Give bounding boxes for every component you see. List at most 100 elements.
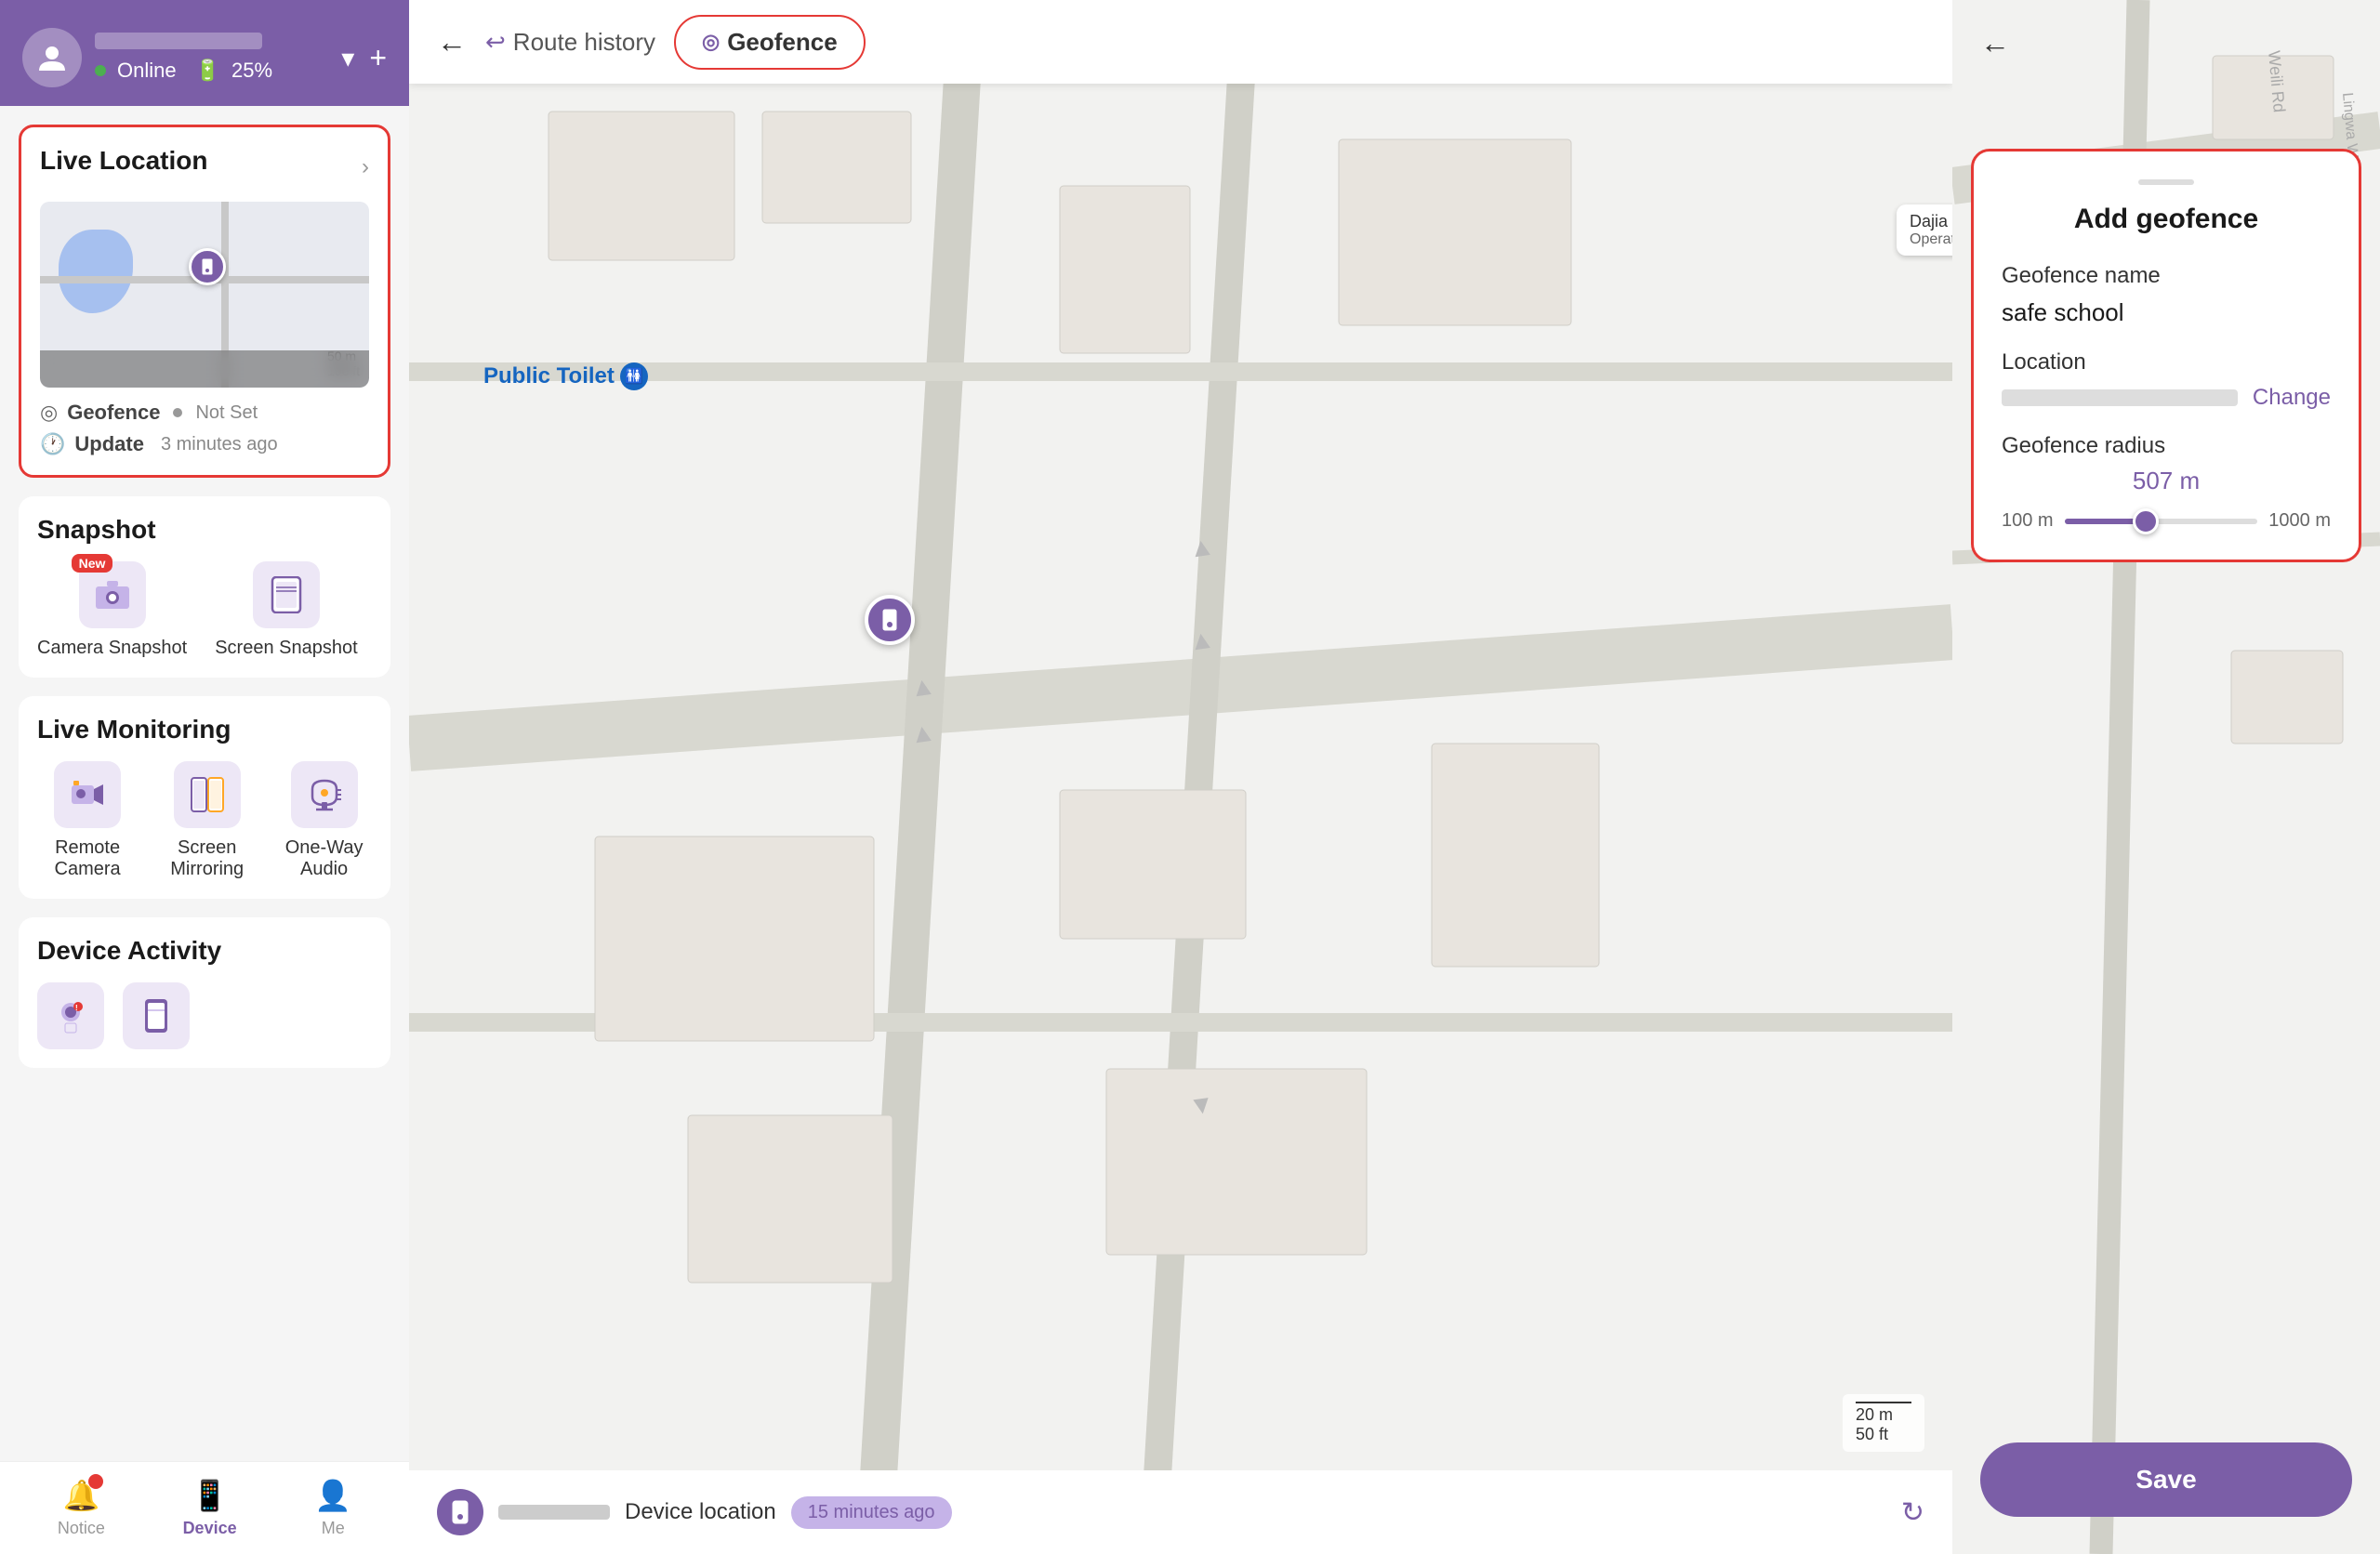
live-location-arrow[interactable]: › <box>362 154 369 180</box>
device-loc-icon <box>437 1489 483 1535</box>
map-container[interactable]: ▲ ▲ ▲ ▲ ▼ ← ↩ Route history ◎ Geofence D… <box>409 0 1952 1554</box>
header-actions: ▾ + <box>341 41 387 75</box>
activity-icons-row: ! <box>37 982 372 1049</box>
geofence-name-label: Geofence name <box>2002 263 2331 289</box>
scale-ft: 50 ft <box>1856 1425 1911 1444</box>
activity-item-2[interactable] <box>123 982 190 1049</box>
geofence-change-btn[interactable]: Change <box>2253 385 2331 411</box>
map-svg: ▲ ▲ ▲ ▲ ▼ <box>409 0 1952 1554</box>
snapshot-section: Snapshot New Cam <box>19 496 390 678</box>
device-loc-blur <box>498 1505 610 1520</box>
map-scale-bar: 20 m 50 ft <box>1843 1394 1924 1452</box>
device-activity-title: Device Activity <box>37 936 372 966</box>
activity-icon-2 <box>123 982 190 1049</box>
dropdown-icon[interactable]: ▾ <box>341 43 354 73</box>
business-annotation-text: Dajia Internati... Operation C... <box>1897 204 1952 256</box>
screen-snapshot-item[interactable]: Screen Snapshot <box>215 561 357 659</box>
update-meta: 🕐 Update 3 minutes ago <box>40 432 369 456</box>
geofence-meta-status: Not Set <box>195 402 258 424</box>
device-activity-section: Device Activity ! <box>19 917 390 1068</box>
building-2 <box>762 112 911 223</box>
refresh-btn[interactable]: ↻ <box>1901 1496 1924 1529</box>
geofence-radius-label: Geofence radius <box>2002 433 2331 459</box>
middle-panel: ▲ ▲ ▲ ▲ ▼ ← ↩ Route history ◎ Geofence D… <box>409 0 1952 1554</box>
online-dot <box>95 65 106 76</box>
bottom-nav: 🔔 Notice 📱 Device 👤 Me <box>0 1461 409 1554</box>
screen-mirroring-label: Screen Mirroring <box>156 837 258 880</box>
geofence-name-value[interactable]: safe school <box>2002 298 2331 327</box>
geofence-tab-icon: ◎ <box>702 30 720 54</box>
map-back-btn[interactable]: ← <box>437 25 467 59</box>
location-meta: ◎ Geofence Not Set 🕐 Update 3 minutes ag… <box>40 401 369 456</box>
map-device-pin <box>189 248 226 285</box>
svg-text:▲: ▲ <box>1187 624 1217 656</box>
scale-m: 20 m <box>1856 1405 1911 1425</box>
left-header: Online 🔋 25% ▾ + <box>0 0 409 106</box>
drag-handle <box>2138 179 2194 185</box>
slider-thumb[interactable] <box>2133 508 2159 534</box>
camera-snapshot-item[interactable]: New Camera Snapshot <box>37 561 187 659</box>
map-blob <box>59 230 133 313</box>
one-way-audio-icon <box>291 761 358 828</box>
device-loc-label: Device location <box>625 1499 776 1525</box>
device-icon: 📱 <box>192 1478 229 1513</box>
right-back-btn[interactable]: ← <box>1980 26 2010 60</box>
geofence-meta: ◎ Geofence Not Set <box>40 401 369 425</box>
meta-dot <box>173 408 182 417</box>
slider-min: 100 m <box>2002 510 2054 532</box>
screen-snapshot-label: Screen Snapshot <box>215 638 357 659</box>
toilet-icon: 🚻 <box>620 362 648 390</box>
public-toilet-label: Public Toilet <box>483 363 615 389</box>
geofence-tab[interactable]: ◎ Geofence <box>674 15 866 70</box>
remote-camera-label: Remote Camera <box>37 837 138 880</box>
device-location-bar: Device location 15 minutes ago ↻ <box>409 1470 1952 1554</box>
one-way-audio-item[interactable]: One-Way Audio <box>276 761 372 880</box>
notice-badge <box>88 1474 103 1489</box>
geofence-radius-value: 507 m <box>2002 467 2331 495</box>
building-8 <box>688 1115 892 1283</box>
building-3 <box>1060 186 1190 353</box>
nav-notice[interactable]: 🔔 Notice <box>58 1478 105 1538</box>
header-status: Online 🔋 25% <box>95 59 328 83</box>
business-name: Dajia Internati... <box>1910 212 1952 231</box>
add-icon[interactable]: + <box>369 41 387 75</box>
remote-camera-icon <box>54 761 121 828</box>
remote-camera-item[interactable]: Remote Camera <box>37 761 138 880</box>
save-button[interactable]: Save <box>1980 1442 2352 1517</box>
building-4 <box>1339 139 1571 325</box>
update-time: 3 minutes ago <box>161 434 278 455</box>
camera-snapshot-icon-wrap: New <box>79 561 146 628</box>
svg-text:!: ! <box>75 1004 78 1012</box>
geofence-location-label: Location <box>2002 349 2331 375</box>
snapshot-grid: New Camera Snapshot <box>37 561 372 659</box>
nav-device[interactable]: 📱 Device <box>183 1478 237 1538</box>
me-icon: 👤 <box>314 1478 351 1513</box>
screen-mirroring-icon <box>174 761 241 828</box>
activity-item-1[interactable]: ! <box>37 982 104 1049</box>
nav-me[interactable]: 👤 Me <box>314 1478 351 1538</box>
update-label: Update <box>74 432 144 456</box>
svg-text:▲: ▲ <box>908 717 938 749</box>
screen-mirroring-item[interactable]: Screen Mirroring <box>156 761 258 880</box>
building-5 <box>595 836 874 1041</box>
live-location-map-preview[interactable]: 50 m 100 ft <box>40 202 369 388</box>
map-blur-bar <box>40 350 369 388</box>
route-history-tab[interactable]: ↩ Route history <box>485 28 655 57</box>
right-panel: Weili Rd Lingwa W Rd ← Add geofence Geof… <box>1952 0 2380 1554</box>
map-header-bar: ← ↩ Route history ◎ Geofence <box>409 0 1952 84</box>
geofence-tab-label: Geofence <box>727 28 838 57</box>
device-loc-time: 15 minutes ago <box>791 1496 952 1529</box>
left-content: Live Location › 50 m 100 ft <box>0 106 409 1461</box>
battery-label: 25% <box>231 59 272 83</box>
radius-slider[interactable] <box>2065 519 2258 524</box>
map-device-pin-main <box>865 595 915 645</box>
online-label: Online <box>117 59 177 83</box>
geofence-panel: Add geofence Geofence name safe school L… <box>1971 149 2361 562</box>
one-way-audio-label: One-Way Audio <box>276 837 372 880</box>
geofence-meta-label: Geofence <box>67 401 160 425</box>
svg-text:▲: ▲ <box>908 670 938 703</box>
geofence-meta-icon: ◎ <box>40 401 58 425</box>
building-7 <box>1432 744 1599 967</box>
device-label: Device <box>183 1519 237 1538</box>
live-monitoring-title: Live Monitoring <box>37 715 372 744</box>
